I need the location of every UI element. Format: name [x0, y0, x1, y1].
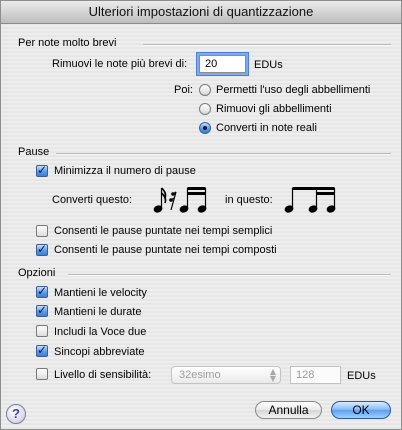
include-voice-two-label: Includi la Voce due [54, 326, 147, 338]
remove-shorter-input[interactable]: 20 [199, 55, 246, 73]
window-title: Ulteriori impostazioni di quantizzazione [88, 4, 314, 19]
radio-label: Converti in note reali [216, 122, 317, 134]
keep-durations-label: Mantieni le durate [54, 306, 142, 318]
section-separator [68, 274, 391, 276]
section-separator [143, 44, 391, 46]
remove-shorter-unit: EDUs [254, 59, 283, 71]
section-separator [56, 153, 391, 155]
sensitivity-label: Livello di sensibilità: [54, 369, 152, 381]
sensitivity-popup[interactable]: 32esimo ▲ ▼ [171, 366, 281, 384]
radio-button-selected[interactable] [199, 122, 211, 134]
dialog-window: Ulteriori impostazioni di quantizzazione… [0, 0, 402, 430]
syncopation-checkbox[interactable] [36, 343, 48, 357]
minimize-rests-checkbox[interactable] [36, 163, 48, 177]
section-rests-label: Pause [18, 146, 50, 158]
convert-this-label: Converti questo: [52, 194, 133, 206]
minimize-rests-label: Minimizza il numero di pause [54, 165, 196, 177]
syncopation-label: Sincopi abbreviate [54, 346, 145, 358]
sensitivity-unit: EDUs [347, 370, 376, 382]
section-options-label: Opzioni [18, 267, 56, 279]
sensitivity-checkbox[interactable] [36, 368, 48, 380]
help-button[interactable]: ? [6, 404, 26, 424]
ok-button[interactable]: OK [331, 401, 391, 419]
into-this-label: in questo: [225, 194, 273, 206]
radio-button[interactable] [199, 103, 211, 115]
radio-button[interactable] [199, 84, 211, 96]
cancel-button[interactable]: Annulla [255, 401, 322, 419]
sensitivity-value-input[interactable]: 128 [290, 366, 341, 384]
keep-durations-checkbox[interactable] [36, 303, 48, 317]
radio-label: Rimuovi gli abbellimenti [216, 103, 332, 115]
title-bar[interactable]: Ulteriori impostazioni di quantizzazione [1, 1, 401, 24]
sensitivity-popup-value: 32esimo [179, 369, 221, 381]
keep-velocity-label: Mantieni le velocity [54, 287, 147, 299]
radio-label: Permetti l'uso degli abbellimenti [216, 84, 371, 96]
rhythm-after-icon [284, 187, 336, 213]
dotted-rests-simple-checkbox[interactable] [36, 225, 48, 237]
include-voice-two-checkbox[interactable] [36, 325, 48, 337]
poi-label: Poi: [174, 84, 193, 96]
popup-arrows-icon: ▲ ▼ [269, 367, 276, 383]
rhythm-before-icon [153, 187, 207, 213]
dotted-rests-simple-label: Consenti le pause puntate nei tempi semp… [54, 225, 273, 237]
dotted-rests-compound-checkbox[interactable] [36, 242, 48, 256]
remove-shorter-label: Rimuovi le note più brevi di: [52, 58, 188, 70]
keep-velocity-checkbox[interactable] [36, 284, 48, 298]
dotted-rests-compound-label: Consenti le pause puntate nei tempi comp… [54, 244, 277, 256]
section-short-notes-label: Per note molto brevi [18, 37, 117, 49]
